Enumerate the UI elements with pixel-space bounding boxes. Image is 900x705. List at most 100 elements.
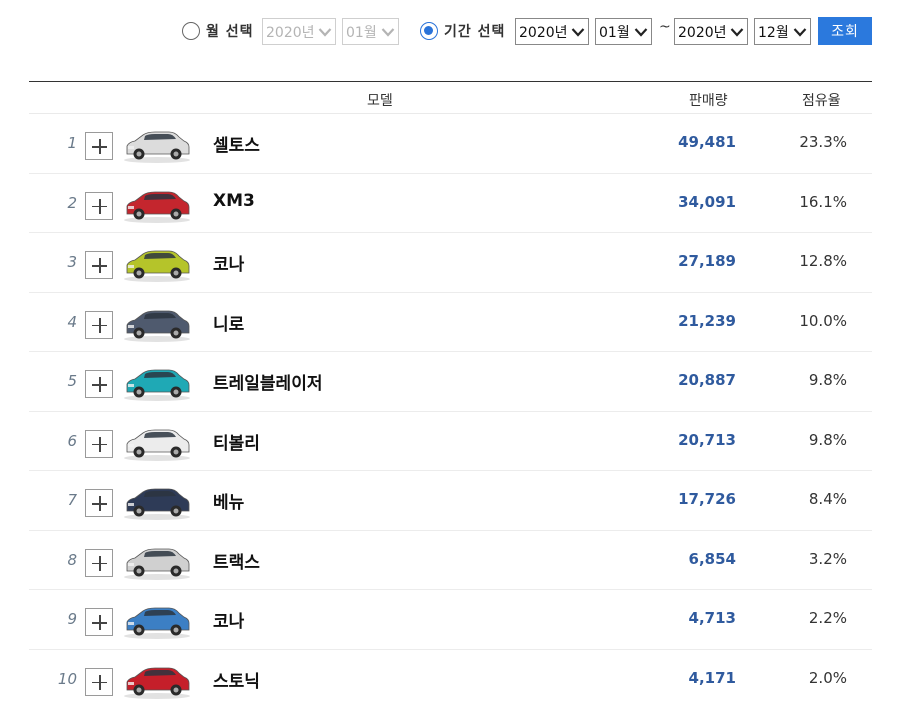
- month-select-year-dropdown[interactable]: 2020년: [262, 18, 336, 45]
- table-row: 3 코나 27,189 12.8%: [29, 233, 872, 293]
- car-thumbnail-icon: [121, 481, 193, 521]
- chevron-down-icon: [793, 25, 807, 39]
- market-share: 2.2%: [808, 609, 847, 627]
- filter-bar: 월 선택 2020년 01월 기간 선택 2020년 01월 ~ 2020년 1…: [0, 17, 900, 45]
- period-from-year-value: 2020년: [519, 24, 568, 41]
- period-to-year-value: 2020년: [678, 24, 727, 41]
- model-name[interactable]: 스토닉: [213, 667, 260, 692]
- model-name[interactable]: 니로: [213, 310, 244, 335]
- period-from-year-dropdown[interactable]: 2020년: [515, 18, 589, 45]
- table-row: 8 트랙스 6,854 3.2%: [29, 531, 872, 590]
- expand-plus-button[interactable]: [85, 310, 113, 339]
- chevron-down-icon: [571, 25, 585, 39]
- market-share: 9.8%: [808, 371, 847, 389]
- model-name[interactable]: XM3: [213, 191, 255, 211]
- chevron-down-icon: [730, 25, 744, 39]
- car-thumbnail-icon: [121, 660, 193, 700]
- month-select-month-value: 01월: [346, 24, 377, 41]
- period-select-label: 기간 선택: [444, 24, 506, 40]
- rank-number: 1: [67, 134, 77, 152]
- period-separator: ~: [659, 19, 671, 35]
- rank-number: 3: [67, 253, 77, 271]
- market-share: 23.3%: [799, 133, 847, 151]
- market-share: 16.1%: [799, 192, 847, 211]
- market-share: 12.8%: [799, 252, 847, 270]
- table-row: 7 베뉴 17,726 8.4%: [29, 471, 872, 531]
- rank-number: 6: [67, 431, 77, 450]
- query-button[interactable]: 조회: [818, 17, 872, 45]
- rank-number: 4: [67, 312, 77, 331]
- period-from-month-dropdown[interactable]: 01월: [595, 18, 652, 45]
- sales-count: 4,171: [688, 668, 736, 687]
- expand-plus-button[interactable]: [85, 429, 113, 458]
- car-thumbnail-icon: [121, 422, 193, 462]
- model-name[interactable]: 코나: [213, 607, 244, 632]
- expand-plus-button[interactable]: [85, 489, 113, 517]
- sales-count: 27,189: [678, 252, 736, 270]
- rank-number: 5: [67, 372, 77, 390]
- sales-count: 20,887: [678, 371, 736, 389]
- month-select-radio[interactable]: [182, 22, 200, 40]
- period-select-radio[interactable]: [420, 22, 438, 40]
- column-header-share: 점유율: [802, 93, 841, 109]
- sales-count: 21,239: [678, 311, 736, 330]
- car-thumbnail-icon: [121, 303, 193, 343]
- car-thumbnail-icon: [121, 243, 193, 283]
- model-name[interactable]: 트랙스: [213, 548, 260, 573]
- market-share: 8.4%: [808, 490, 847, 508]
- table-row: 2 XM3 34,091 16.1%: [29, 174, 872, 233]
- market-share: 10.0%: [799, 311, 847, 330]
- car-thumbnail-icon: [121, 600, 193, 640]
- rank-number: 9: [67, 610, 77, 628]
- sales-count: 49,481: [678, 133, 736, 151]
- car-thumbnail-icon: [121, 541, 193, 581]
- chevron-down-icon: [634, 25, 648, 39]
- month-select-year-value: 2020년: [266, 24, 315, 41]
- table-row: 4 니로 21,239 10.0%: [29, 293, 872, 352]
- expand-plus-button[interactable]: [85, 608, 113, 636]
- period-from-month-value: 01월: [599, 24, 630, 41]
- column-header-sales: 판매량: [689, 93, 728, 109]
- month-select-month-dropdown[interactable]: 01월: [342, 18, 399, 45]
- month-select-label: 월 선택: [206, 24, 254, 40]
- market-share: 3.2%: [808, 549, 847, 568]
- rank-number: 2: [67, 193, 77, 212]
- table-row: 10 스토닉 4,171 2.0%: [29, 650, 872, 705]
- period-select-option[interactable]: 기간 선택: [420, 17, 505, 45]
- expand-plus-button[interactable]: [85, 191, 113, 220]
- sales-count: 4,713: [688, 609, 736, 627]
- expand-plus-button[interactable]: [85, 132, 113, 160]
- rank-number: 10: [57, 669, 77, 688]
- model-name[interactable]: 코나: [213, 250, 244, 275]
- market-share: 2.0%: [808, 668, 847, 687]
- sales-count: 34,091: [678, 192, 736, 211]
- sales-count: 20,713: [678, 430, 736, 449]
- expand-plus-button[interactable]: [85, 251, 113, 279]
- sales-table: 모델 판매량 점유율 1 셀토스 49,481 23.3% 2 XM3 34,091 16.1…: [29, 81, 872, 705]
- rank-number: 8: [67, 550, 77, 569]
- car-thumbnail-icon: [121, 124, 193, 164]
- chevron-down-icon: [381, 25, 395, 39]
- expand-plus-button[interactable]: [85, 667, 113, 696]
- car-thumbnail-icon: [121, 184, 193, 224]
- column-header-model: 모델: [367, 93, 393, 109]
- model-name[interactable]: 셀토스: [213, 131, 260, 156]
- period-to-month-value: 12월: [758, 24, 789, 41]
- period-to-year-dropdown[interactable]: 2020년: [674, 18, 748, 45]
- model-name[interactable]: 트레일블레이저: [213, 369, 322, 394]
- table-body: 1 셀토스 49,481 23.3% 2 XM3 34,091 16.1% 3 코나 27,189 1…: [29, 114, 872, 705]
- sales-count: 17,726: [678, 490, 736, 508]
- period-to-month-dropdown[interactable]: 12월: [754, 18, 811, 45]
- table-row: 1 셀토스 49,481 23.3%: [29, 114, 872, 174]
- sales-count: 6,854: [688, 549, 736, 568]
- model-name[interactable]: 티볼리: [213, 429, 260, 454]
- table-row: 6 티볼리 20,713 9.8%: [29, 412, 872, 471]
- table-row: 9 코나 4,713 2.2%: [29, 590, 872, 650]
- expand-plus-button[interactable]: [85, 548, 113, 577]
- expand-plus-button[interactable]: [85, 370, 113, 398]
- chevron-down-icon: [318, 25, 332, 39]
- table-row: 5 트레일블레이저 20,887 9.8%: [29, 352, 872, 412]
- table-header: 모델 판매량 점유율: [29, 81, 872, 114]
- month-select-option[interactable]: 월 선택: [182, 17, 254, 45]
- model-name[interactable]: 베뉴: [213, 488, 244, 513]
